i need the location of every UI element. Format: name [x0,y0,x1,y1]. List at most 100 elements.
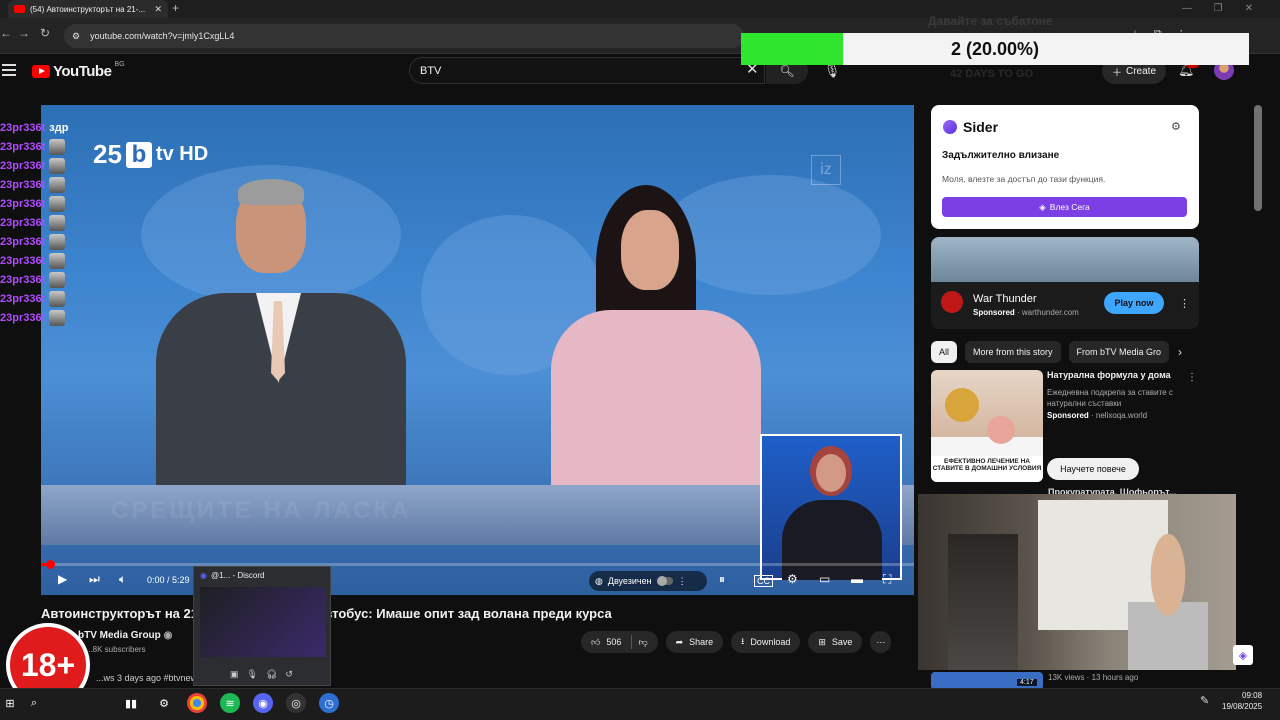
play-now-button[interactable]: Play now [1104,292,1164,314]
video-time: 0:00 / 5:29 [147,575,190,585]
chat-emote-icon [49,176,66,193]
like-button[interactable]: 👍︎ 506 👎︎ [581,631,658,653]
discord-taskbar-preview[interactable]: ◉ @1... - Discord ▣ 🎙︎ 🎧︎ ↺ [193,566,331,686]
seek-handle[interactable] [45,560,55,569]
obs-icon[interactable]: ◎ [286,693,306,713]
dub-more-icon[interactable]: ⋮ [678,576,687,587]
next-video-icon[interactable]: ⏭ [89,572,100,587]
thumbs-down-icon[interactable]: 👎︎ [638,637,647,648]
chat-emote-icon [49,252,66,269]
sponsored-ad-card[interactable]: War Thunder Sponsored · warthunder.com P… [931,237,1199,329]
volume-icon[interactable]: 🔈︎ [119,572,126,587]
tab-close-icon[interactable]: ✕ [154,4,162,15]
ad-more-icon[interactable]: ⋮ [1179,297,1190,310]
chip-2[interactable]: From bTV Media Gro [1068,341,1170,363]
rec-ad-more-icon[interactable]: ⋮ [1187,372,1197,383]
youtube-logo[interactable]: YouTube BG [32,61,125,80]
video-seek-bar[interactable] [41,560,914,569]
captions-icon[interactable]: CC [754,575,773,587]
new-tab-button[interactable]: + [172,1,179,15]
browser-tab[interactable]: (54) Автоинструкторът на 21-... ✕ [8,0,168,18]
sponsored-label: Sponsored [973,308,1015,317]
chat-username: 23pr336t [0,273,46,286]
stream-countdown: 42 DAYS TO GO [950,68,1034,80]
discord-icon: ◉ [200,571,207,580]
rec-ad-meta: Sponsored · nelixoqa.world [1047,411,1147,420]
headphones-icon[interactable]: 🎧︎ [266,669,277,680]
chat-emote-icon [49,138,66,155]
youtube-wordmark: YouTube [53,63,112,80]
chat-message: 23pr336t [0,308,68,327]
save-icon: ⊞ [818,636,826,647]
sider-floating-icon[interactable]: ◈ [1233,645,1253,665]
share-icon: ➦ [675,636,684,647]
play-icon[interactable]: ▶ [58,572,67,586]
download-label: Download [750,637,791,647]
search-icon[interactable]: ⌕ [24,693,44,713]
recommendation-chips: All More from this story From bTV Media Gr… [931,341,1170,363]
page-scrollbar[interactable] [1254,105,1262,211]
audio-visualizer-app-icon[interactable]: ▮▮ [121,693,141,713]
search-input[interactable]: BTV [409,57,765,84]
back-icon[interactable]: ← [0,26,12,40]
disconnect-icon[interactable]: ↺ [285,669,293,680]
sider-settings-icon[interactable]: ⚙ [1171,120,1181,133]
share-button[interactable]: ➦ Share [665,631,724,653]
menu-icon[interactable] [2,62,16,79]
theater-mode-icon[interactable]: ▬ [851,572,863,586]
miniplayer-icon[interactable]: ▭ [819,572,830,586]
more-actions-button[interactable]: ⋯ [870,631,892,653]
camera-icon[interactable]: ▣ [230,669,239,680]
sider-heading: Задължително влизане [942,150,1060,161]
minimize-button[interactable]: — [1172,0,1202,18]
chip-1[interactable]: More from this story [965,341,1061,363]
sider-brand-text: Sider [963,119,999,135]
close-window-button[interactable]: ✕ [1234,0,1264,18]
app-icon[interactable]: ◷ [319,693,339,713]
rec-ad-thumbnail[interactable]: ЕФЕКТИВНО ЛЕЧЕНИЕ НА СТАВИТЕ В ДОМАШНИ У… [931,370,1043,482]
chat-message: 23pr336t [0,137,68,156]
ad-title: War Thunder [973,293,1037,305]
settings-app-icon[interactable]: ⚙ [154,693,174,713]
site-info-icon[interactable]: ⚙ [72,31,80,42]
discord-preview-title: ◉ @1... - Discord [200,571,264,580]
download-button[interactable]: ⭳ Download [731,631,801,653]
sider-button-icon: ◈ [1039,201,1046,212]
ad-banner-image[interactable] [931,237,1199,282]
channel-name[interactable]: bTV Media Group ◉ [78,630,172,641]
dub-switch[interactable] [656,576,673,586]
desk-lettering: СРЕЩИТЕ НА ЛАСКА [111,497,412,524]
youtube-play-icon [32,65,50,78]
start-icon[interactable]: ⊞ [0,693,20,713]
learn-more-button[interactable]: Научете повече [1047,458,1139,480]
sider-login-button[interactable]: ◈ Влез Сега [942,197,1187,217]
microphone-icon[interactable]: 🎙︎ [247,669,258,680]
maximize-button[interactable]: ❐ [1203,0,1233,18]
pen-icon[interactable]: ✎ [1200,694,1209,707]
region-code: BG [114,61,125,68]
chrome-icon[interactable] [187,693,207,713]
save-button[interactable]: ⊞ Save [808,631,863,653]
url-input[interactable]: ⚙ youtube.com/watch?v=jmly1CxgLL4 [64,24,744,48]
chat-message: 23pr336t [0,213,68,232]
chip-0[interactable]: All [931,341,958,363]
chat-message: 23pr336t [0,270,68,289]
fullscreen-icon[interactable]: ⛶ [883,572,891,587]
subscriber-count: ...8K subscribers [86,645,146,654]
reload-icon[interactable]: ↻ [40,26,50,40]
like-count: 506 [606,637,622,647]
settings-gear-icon[interactable]: ⚙ [787,572,798,586]
auto-dub-toggle[interactable]: ◍ Двуезичен ⋮ [589,571,707,591]
recommended-ad[interactable]: ЕФЕКТИВНО ЛЕЧЕНИЕ НА СТАВИТЕ В ДОМАШНИ У… [931,370,1199,484]
video-player[interactable]: 25 b tv HD iz СРЕЩИТЕ НА ЛАСКА ▶ ⏭ 🔈︎ 0:… [41,105,914,595]
chat-message: 23pr336t здр [0,118,68,137]
autoplay-toggle-icon[interactable]: ⏸ [719,572,725,587]
webcam-shelf [948,534,1018,670]
chat-emote-icon [49,309,66,326]
chips-next-icon[interactable]: › [1178,345,1182,359]
discord-icon[interactable]: ◉ [253,693,273,713]
sider-logo-icon [943,120,957,134]
spotify-icon[interactable]: ≋ [220,693,240,713]
system-clock[interactable]: 09:08 19/08/2025 [1222,690,1262,712]
forward-icon[interactable]: → [18,26,30,40]
